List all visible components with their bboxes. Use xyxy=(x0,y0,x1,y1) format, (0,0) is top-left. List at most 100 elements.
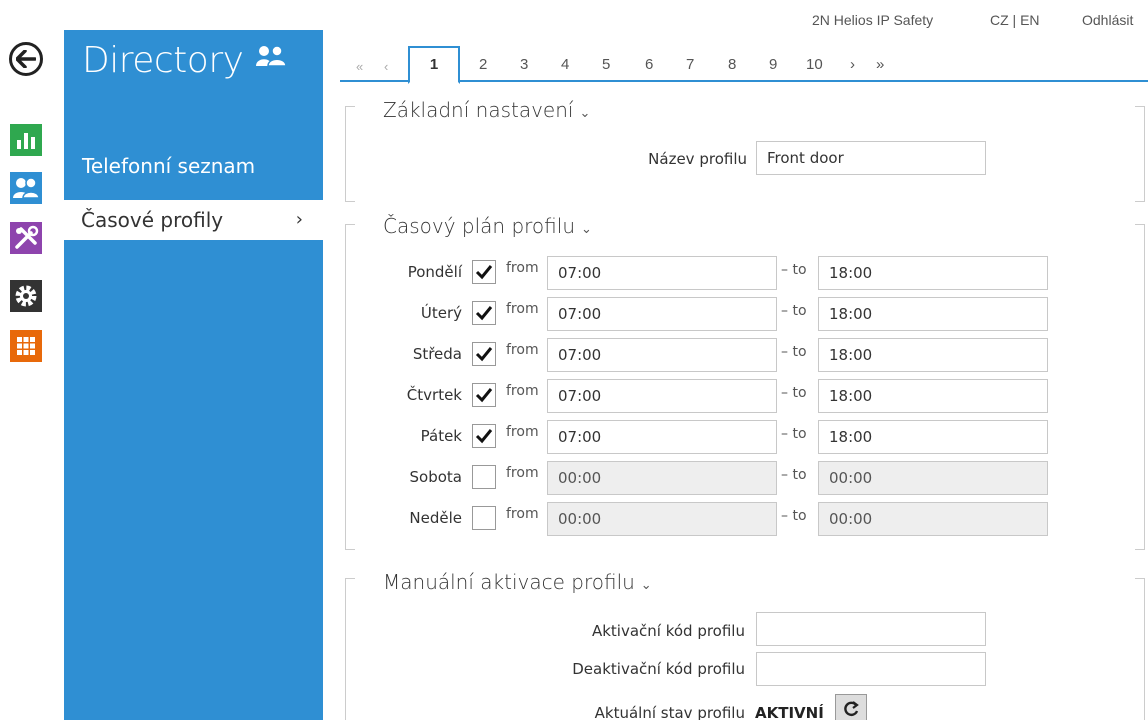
logout-link[interactable]: Odhlásit xyxy=(1082,12,1133,28)
checkmark-icon xyxy=(475,265,493,280)
checkmark-icon xyxy=(475,306,493,321)
page-10[interactable]: 10 xyxy=(806,56,823,73)
to-time-input[interactable]: 00:00 xyxy=(818,502,1048,536)
icon-rail xyxy=(0,0,56,720)
profile-status-label: Aktuální stav profilu xyxy=(594,704,745,720)
to-time-input[interactable]: 18:00 xyxy=(818,379,1048,413)
deactivation-code-label: Deaktivační kód profilu xyxy=(572,660,745,678)
day-label: Úterý xyxy=(420,304,462,322)
page-5[interactable]: 5 xyxy=(602,56,610,73)
from-label: from xyxy=(506,465,539,481)
day-label: Sobota xyxy=(409,468,462,486)
to-time-input[interactable]: 18:00 xyxy=(818,297,1048,331)
day-label: Čtvrtek xyxy=(406,386,462,404)
last-page-button[interactable]: » xyxy=(876,56,884,73)
dashboard-icon[interactable] xyxy=(10,124,42,156)
to-label: – to xyxy=(781,426,807,442)
next-page-button[interactable]: › xyxy=(850,56,855,73)
from-time-input[interactable]: 07:00 xyxy=(547,420,777,454)
day-enabled-checkbox[interactable] xyxy=(472,260,496,284)
schedule-row: Středa from 07:00– to 18:00 xyxy=(345,336,1145,372)
from-time-input[interactable]: 00:00 xyxy=(547,502,777,536)
schedule-row: Pátek from 07:00– to 18:00 xyxy=(345,418,1145,454)
schedule-row: Pondělí from 07:00– to 18:00 xyxy=(345,254,1145,290)
day-enabled-checkbox[interactable] xyxy=(472,342,496,366)
back-icon[interactable] xyxy=(9,42,43,76)
activation-code-input[interactable] xyxy=(756,612,986,646)
to-label: – to xyxy=(781,344,807,360)
day-enabled-checkbox[interactable] xyxy=(472,465,496,489)
chevron-down-icon: ⌄ xyxy=(640,578,652,593)
checkmark-icon xyxy=(475,388,493,403)
day-label: Neděle xyxy=(409,509,462,527)
page-2[interactable]: 2 xyxy=(479,56,487,73)
from-label: from xyxy=(506,260,539,276)
day-enabled-checkbox[interactable] xyxy=(472,506,496,530)
refresh-status-button[interactable] xyxy=(835,694,867,720)
day-enabled-checkbox[interactable] xyxy=(472,301,496,325)
refresh-icon xyxy=(844,701,859,717)
schedule-row: Neděle from 00:00– to 00:00 xyxy=(345,500,1145,536)
page-1[interactable]: 1 xyxy=(408,46,460,84)
page-7[interactable]: 7 xyxy=(686,56,694,73)
basic-settings-title[interactable]: Základní nastavení ⌄ xyxy=(383,98,590,122)
chevron-down-icon: ⌄ xyxy=(579,106,591,121)
to-time-input[interactable]: 18:00 xyxy=(818,338,1048,372)
sidebar-item-label: Časové profily xyxy=(81,208,224,232)
from-time-input[interactable]: 07:00 xyxy=(547,256,777,290)
day-enabled-checkbox[interactable] xyxy=(472,383,496,407)
from-label: from xyxy=(506,342,539,358)
prev-page-button[interactable]: ‹ xyxy=(384,59,388,74)
from-time-input[interactable]: 07:00 xyxy=(547,338,777,372)
page-9[interactable]: 9 xyxy=(769,56,777,73)
services-icon[interactable] xyxy=(10,222,42,254)
section-title-text: Základní nastavení xyxy=(383,98,574,122)
sidebar-item-phonebook[interactable]: Telefonní seznam xyxy=(82,146,255,186)
day-label: Pondělí xyxy=(407,263,462,281)
to-label: – to xyxy=(781,385,807,401)
from-label: from xyxy=(506,301,539,317)
to-time-input[interactable]: 18:00 xyxy=(818,256,1048,290)
schedule-section: Časový plán profilu ⌄ Pondělí from 07:00– t… xyxy=(345,210,1145,550)
settings-icon[interactable] xyxy=(10,280,42,312)
checkmark-icon xyxy=(475,429,493,444)
directory-icon[interactable] xyxy=(10,172,42,204)
activation-code-label: Aktivační kód profilu xyxy=(591,622,745,640)
language-switch[interactable]: CZ | EN xyxy=(990,12,1040,28)
page-3[interactable]: 3 xyxy=(520,56,528,73)
to-label: – to xyxy=(781,467,807,483)
to-time-input[interactable]: 00:00 xyxy=(818,461,1048,495)
profile-name-label: Název profilu xyxy=(648,150,747,168)
sidebar-title: Directory xyxy=(82,40,244,81)
from-label: from xyxy=(506,424,539,440)
page-6[interactable]: 6 xyxy=(645,56,653,73)
day-enabled-checkbox[interactable] xyxy=(472,424,496,448)
from-time-input[interactable]: 00:00 xyxy=(547,461,777,495)
device-name: 2N Helios IP Safety xyxy=(812,12,934,28)
section-title-text: Manuální aktivace profilu xyxy=(383,570,635,594)
page-4[interactable]: 4 xyxy=(561,56,569,73)
section-title-text: Časový plán profilu xyxy=(383,214,575,238)
from-time-input[interactable]: 07:00 xyxy=(547,297,777,331)
manual-activation-title[interactable]: Manuální aktivace profilu ⌄ xyxy=(383,570,652,594)
from-label: from xyxy=(506,383,539,399)
to-label: – to xyxy=(781,262,807,278)
sidebar-item-time-profiles[interactable]: Časové profily › xyxy=(64,200,323,240)
system-icon[interactable] xyxy=(10,330,42,362)
to-time-input[interactable]: 18:00 xyxy=(818,420,1048,454)
top-bar: 2N Helios IP Safety CZ | EN Odhlásit xyxy=(0,12,1148,32)
profile-name-input[interactable]: Front door xyxy=(756,141,986,175)
day-label: Pátek xyxy=(420,427,462,445)
schedule-title[interactable]: Časový plán profilu ⌄ xyxy=(383,214,592,238)
to-label: – to xyxy=(781,303,807,319)
from-time-input[interactable]: 07:00 xyxy=(547,379,777,413)
first-page-button[interactable]: « xyxy=(356,59,363,74)
pagination: « ‹ 1 2 3 4 5 6 7 8 9 10 › » xyxy=(340,46,1148,84)
schedule-row: Úterý from 07:00– to 18:00 xyxy=(345,295,1145,331)
profile-status-value: AKTIVNÍ xyxy=(755,704,824,720)
chevron-down-icon: ⌄ xyxy=(581,222,592,237)
users-icon xyxy=(254,44,288,73)
to-label: – to xyxy=(781,508,807,524)
deactivation-code-input[interactable] xyxy=(756,652,986,686)
page-8[interactable]: 8 xyxy=(728,56,736,73)
